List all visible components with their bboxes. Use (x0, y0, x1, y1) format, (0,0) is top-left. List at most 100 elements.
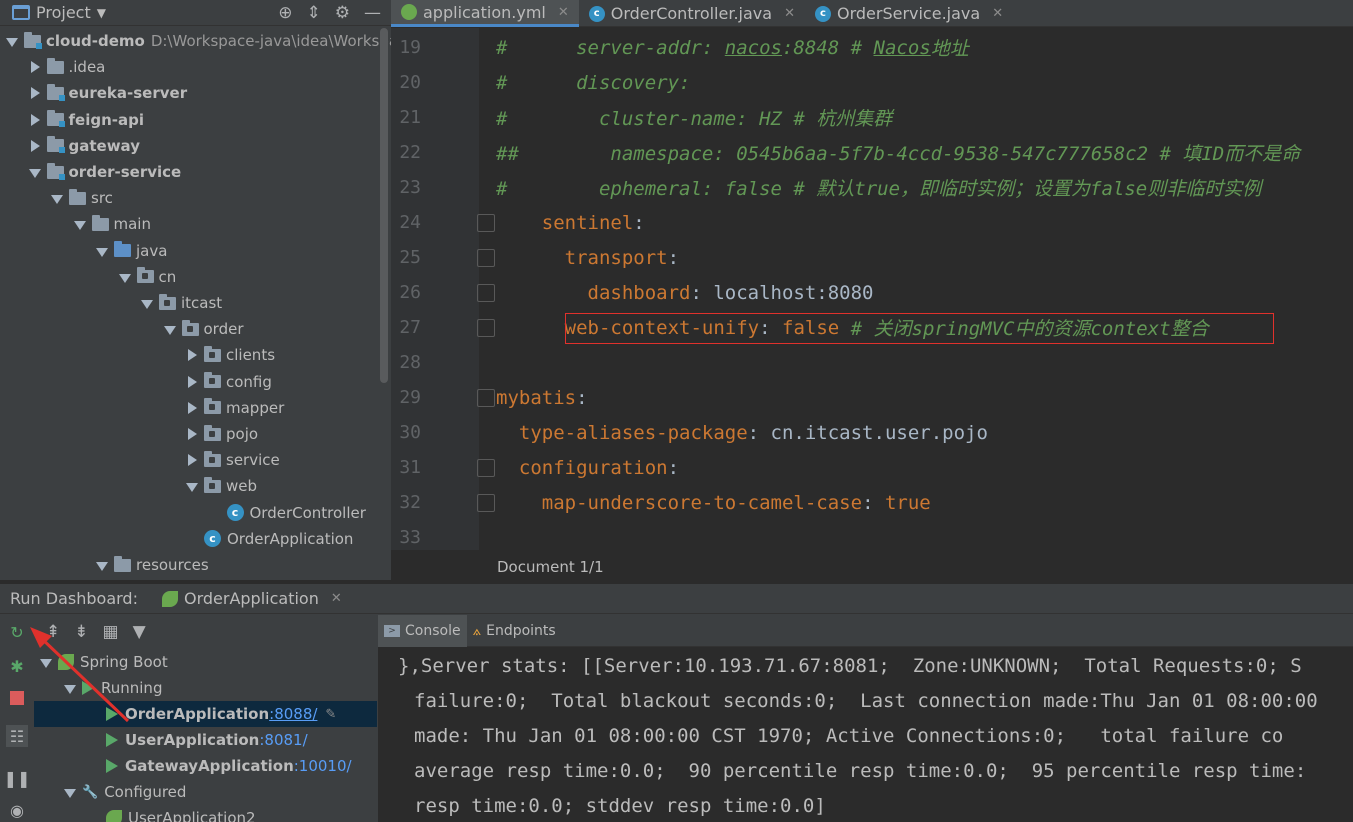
close-icon[interactable]: ✕ (331, 591, 342, 606)
tree-item[interactable]: gateway (29, 133, 140, 159)
collapse-arrow-icon[interactable] (29, 113, 41, 126)
tree-scrollbar[interactable] (380, 28, 388, 383)
port-link[interactable]: :8088/ (269, 705, 317, 723)
collapse-all-icon[interactable]: ⇕ (307, 3, 321, 23)
tree-item[interactable]: resources (96, 552, 209, 578)
project-view-selector[interactable]: Project ▼ (0, 3, 106, 22)
folder-icon (181, 319, 199, 336)
collapse-arrow-icon[interactable] (29, 87, 41, 100)
group-by-icon[interactable]: ☷ (6, 725, 28, 747)
tree-item[interactable]: web (186, 473, 257, 499)
close-icon[interactable]: ✕ (558, 5, 569, 20)
code-line: dashboard: localhost:8080 (496, 275, 874, 310)
tree-item[interactable]: itcast (141, 290, 222, 316)
tree-item[interactable]: .idea (29, 54, 105, 80)
project-header: Project ▼ ⊕ ⇕ ⚙ — (0, 0, 391, 26)
console-tab[interactable]: ⟑ Endpoints (467, 615, 562, 647)
folder-icon (114, 241, 131, 258)
close-icon[interactable]: ✕ (784, 6, 795, 21)
tree-item[interactable]: main (73, 211, 151, 237)
tree-item[interactable]: order-service (28, 159, 181, 185)
tree-item-path: D:\Workspace-java\idea\Workspa (150, 32, 391, 50)
run-tree-item[interactable]: UserApplication:8081/ (34, 727, 377, 753)
tree-item[interactable]: cn (118, 264, 176, 290)
collapse-arrow-icon[interactable] (29, 61, 41, 74)
wrench-icon: 🔧 (82, 784, 99, 800)
tree-item[interactable]: cloud-demo D:\Workspace-java\idea\Workspa (6, 28, 391, 54)
stop-icon[interactable] (6, 687, 28, 709)
camera-icon[interactable]: ◉ (6, 799, 28, 821)
rerun-icon[interactable]: ↻ (6, 621, 28, 643)
minimize-icon[interactable]: — (364, 3, 381, 23)
expand-arrow-icon[interactable] (163, 323, 176, 336)
port-link[interactable]: :10010/ (294, 757, 352, 775)
tree-item-label: pojo (226, 425, 259, 443)
tree-item[interactable]: service (186, 447, 280, 473)
run-tree-item-label: UserApplication (125, 731, 260, 749)
expand-arrow-icon[interactable] (40, 656, 52, 668)
gear-icon[interactable]: ⚙ (335, 3, 350, 23)
port-link[interactable]: :8081/ (259, 731, 307, 749)
pencil-icon[interactable]: ✎ (325, 707, 336, 722)
collapse-arrow-icon[interactable] (186, 349, 198, 362)
tree-item[interactable]: clients (186, 342, 275, 368)
console-tab[interactable]: > Console (378, 615, 467, 647)
tree-item[interactable]: pojo (186, 421, 258, 447)
run-tree-item[interactable]: 🔧 Configured (34, 779, 377, 805)
run-tree-item[interactable]: UserApplication2 (34, 805, 377, 822)
tree-item[interactable]: eureka-server (29, 80, 187, 106)
code-line: type-aliases-package: cn.itcast.user.poj… (496, 415, 988, 450)
expand-arrow-icon[interactable] (6, 35, 18, 47)
console-line: failure:0; Total blackout seconds:0; Las… (414, 690, 1318, 712)
collapse-all-icon[interactable]: ⇟ (74, 622, 88, 642)
expand-arrow-icon[interactable] (28, 166, 41, 178)
run-tree-item[interactable]: Running (34, 675, 377, 701)
editor-tab[interactable]: c OrderService.java ✕ (805, 0, 1013, 27)
run-dashboard-tab[interactable]: OrderApplication ✕ (161, 589, 342, 608)
collapse-arrow-icon[interactable] (186, 375, 198, 388)
expand-arrow-icon[interactable] (96, 245, 108, 257)
tree-item[interactable]: src (51, 185, 113, 211)
tree-item[interactable]: java (96, 238, 167, 264)
expand-arrow-icon[interactable] (51, 192, 63, 205)
run-tree-item-label: Running (101, 679, 163, 697)
console-line: resp time:0.0; stddev resp time:0.0] (414, 795, 826, 817)
expand-arrow-icon[interactable] (73, 218, 86, 231)
collapse-arrow-icon[interactable] (29, 139, 41, 152)
tree-item[interactable]: order (163, 316, 244, 342)
expand-arrow-icon[interactable] (141, 297, 153, 309)
java-class-icon: c (814, 5, 831, 22)
debug-icon[interactable]: ✱ (6, 655, 28, 677)
run-tree-item[interactable]: OrderApplication:8088/ ✎ (34, 701, 377, 727)
expand-arrow-icon[interactable] (96, 559, 108, 571)
tree-item[interactable]: config (186, 369, 272, 395)
run-tree-item[interactable]: Spring Boot (34, 649, 377, 675)
editor-tab[interactable]: c OrderController.java ✕ (579, 0, 805, 27)
collapse-arrow-icon[interactable] (186, 454, 198, 467)
tree-item[interactable]: mapper (186, 395, 284, 421)
tree-item[interactable]: feign-api (29, 107, 144, 133)
collapse-arrow-icon[interactable] (186, 401, 198, 414)
expand-arrow-icon[interactable] (64, 786, 76, 798)
expand-all-icon[interactable]: ⇞ (46, 622, 60, 642)
console-output[interactable]: },Server stats: [[Server:10.193.71.67:80… (378, 647, 1353, 822)
code-token: 地址 (930, 38, 969, 60)
code-token: transport (564, 246, 668, 269)
expand-arrow-icon[interactable] (64, 682, 76, 694)
collapse-arrow-icon[interactable] (186, 428, 198, 440)
locate-icon[interactable]: ⊕ (278, 3, 292, 23)
run-tree-item[interactable]: GatewayApplication:10010/ (34, 753, 377, 779)
folder-icon (46, 57, 64, 74)
editor-tab[interactable]: application.yml ✕ (391, 0, 579, 27)
tree-item[interactable]: c OrderController (209, 500, 366, 526)
tree-item[interactable]: c OrderApplication (186, 526, 353, 552)
expand-arrow-icon[interactable] (118, 271, 131, 283)
expand-arrow-icon[interactable] (186, 480, 198, 493)
editor-tab-label: OrderController.java (610, 4, 773, 23)
close-icon[interactable]: ✕ (992, 6, 1003, 21)
group-icon[interactable]: ▦ (103, 622, 119, 642)
tree-item-label: OrderController (249, 503, 366, 522)
filter-icon[interactable]: ▼ (133, 622, 146, 642)
code-area[interactable]: # server-addr: nacos:8848 # Nacos 地址 # dis… (391, 28, 1353, 550)
pause-icon[interactable]: ❚❚ (4, 767, 31, 789)
